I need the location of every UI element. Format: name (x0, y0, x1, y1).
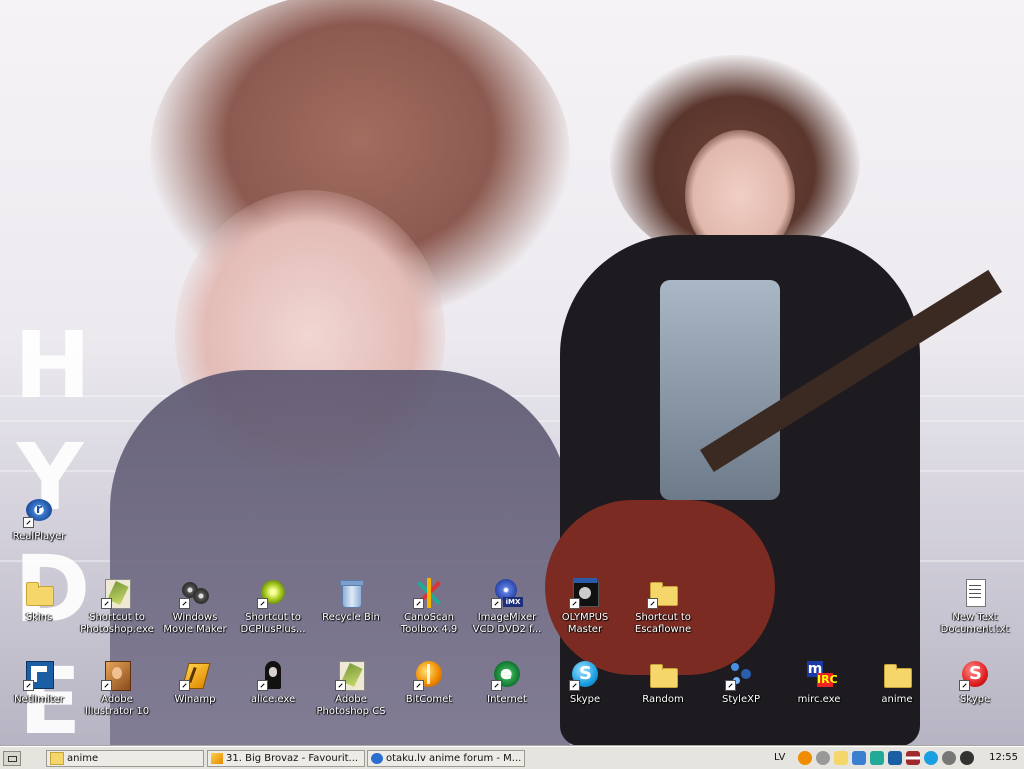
photoshop-icon (101, 577, 133, 609)
desktop-icon-bitcomet[interactable]: BitComet (389, 659, 469, 706)
start-button[interactable] (3, 751, 21, 766)
text-document-icon (959, 577, 991, 609)
realplayer-icon: r (23, 496, 55, 528)
folder-tray-icon[interactable] (834, 751, 848, 765)
photoshop-icon (335, 659, 367, 691)
monitor-tray-icon[interactable] (942, 751, 956, 765)
latvian-flag-tray-icon[interactable] (906, 751, 920, 765)
mirc-icon: m IRC (807, 661, 838, 687)
folder-icon (647, 659, 679, 691)
winamp-tray-icon[interactable] (960, 751, 974, 765)
desktop-icon-label: OLYMPUS Master (561, 612, 609, 635)
desktop-icon-movie-maker[interactable]: Windows Movie Maker (155, 577, 235, 636)
dcplusplus-icon (257, 577, 289, 609)
desktop-icon-label: New Text Document.txt (940, 612, 1010, 635)
desktop-icon-label: Adobe Illustrator 10 (84, 694, 150, 717)
netlimiter-tray-icon[interactable] (888, 751, 902, 765)
desktop-icon-photoshop-cs[interactable]: Adobe Photoshop CS (311, 659, 391, 718)
desktop-icon-alice[interactable]: alice.exe (233, 659, 313, 706)
desktop-icon-label: Skype (569, 694, 601, 705)
desktop-icon-random[interactable]: Random (623, 659, 703, 706)
olympus-icon (569, 577, 601, 609)
desktop-icon-illustrator[interactable]: Adobe Illustrator 10 (77, 659, 157, 718)
desktop-icon-canoscan[interactable]: CanoScan Toolbox 4.9 (389, 577, 469, 636)
task-label: anime (67, 753, 99, 764)
movie-maker-icon (179, 577, 211, 609)
folder-icon (647, 577, 679, 609)
netlimiter-icon (23, 659, 55, 691)
folder-icon (23, 577, 55, 609)
desktop-icon-label: CanoScan Toolbox 4.9 (400, 612, 458, 635)
desktop-icon-label: Shortcut to Photoshop.exe (80, 612, 154, 635)
desktop-icon-mirc[interactable]: m IRC mirc.exe (779, 659, 859, 706)
desktop-icon-label: Recycle Bin (322, 612, 380, 623)
desktop-icon-stylexp[interactable]: StyleXP (701, 659, 781, 706)
canoscan-tray-icon[interactable] (870, 751, 884, 765)
taskbar: anime 31. Big Brovaz - Favourit... otaku… (0, 746, 1024, 769)
skype-icon: S (569, 659, 601, 691)
taskbar-item-anime[interactable]: anime (46, 750, 204, 767)
skype-tray-icon[interactable] (924, 751, 938, 765)
start-icon (8, 756, 17, 762)
taskbar-item-winamp[interactable]: 31. Big Brovaz - Favourit... (207, 750, 365, 767)
desktop-icon-photoshop-shortcut[interactable]: Shortcut to Photoshop.exe (77, 577, 157, 636)
desktop-icon-internet[interactable]: e Internet (467, 659, 547, 706)
desktop-icon-label: Shortcut to Escaflowne (634, 612, 692, 635)
desktop-icon-label: RealPlayer (12, 531, 66, 542)
desktop-icon-skins[interactable]: Skins (0, 577, 79, 624)
imagemixer-icon: iMX (491, 577, 523, 609)
illustrator-icon (101, 659, 133, 691)
desktop-icon-imagemixer[interactable]: iMX ImageMixer VCD DVD2 f... (467, 577, 547, 636)
skype-icon: S (959, 659, 991, 691)
internet-explorer-icon: e (491, 659, 523, 691)
winamp-icon (211, 752, 223, 764)
desktop-icon-label: Random (642, 694, 684, 705)
desktop-icon-label: Adobe Photoshop CS (316, 694, 386, 717)
desktop-icon-realplayer[interactable]: r RealPlayer (0, 496, 79, 543)
desktop-icon-label: Netlimiter (14, 694, 64, 705)
desktop-icon-label: ImageMixer VCD DVD2 f... (472, 612, 542, 635)
desktop-icon-escaflowne[interactable]: Shortcut to Escaflowne (623, 577, 703, 636)
internet-explorer-icon (371, 752, 383, 764)
desktop-icon-label: Windows Movie Maker (163, 612, 227, 635)
taskbar-clock[interactable]: 12:55 (989, 750, 1018, 766)
desktop-icon-label: Skins (25, 612, 53, 623)
desktop-icon-winamp[interactable]: Winamp (155, 659, 235, 706)
desktop-icon-netlimiter[interactable]: Netlimiter (0, 659, 79, 706)
canoscan-icon (413, 577, 445, 609)
desktop-icon-anime[interactable]: anime (857, 659, 937, 706)
desktop-icon-label: Internet (487, 694, 527, 705)
desktop-icon-label: StyleXP (722, 694, 760, 705)
desktop-icon-new-text[interactable]: New Text Document.txt (935, 577, 1015, 636)
desktop-icon-skype-2[interactable]: S Skype (935, 659, 1015, 706)
folder-icon (881, 659, 913, 691)
desktop-icon-label: Winamp (174, 694, 216, 705)
desktop-icon-label: mirc.exe (797, 694, 841, 705)
winamp-icon (179, 659, 211, 691)
stylexp-icon (725, 659, 757, 691)
bitcomet-tray-icon[interactable] (798, 751, 812, 765)
desktop-icon-olympus[interactable]: OLYMPUS Master (545, 577, 625, 636)
desktop-icon-skype[interactable]: S Skype (545, 659, 625, 706)
alice-icon (257, 659, 289, 691)
task-label: otaku.lv anime forum - M... (386, 753, 522, 764)
desktop-icon-label: alice.exe (250, 694, 296, 705)
desktop-icon-dcplusplus[interactable]: Shortcut to DCPlusPlus... (233, 577, 313, 636)
desktop-icon-label: Skype (959, 694, 991, 705)
bitcomet-icon (413, 659, 445, 691)
language-indicator[interactable]: LV (774, 750, 785, 766)
network-tray-icon[interactable] (852, 751, 866, 765)
folder-icon (50, 751, 64, 765)
wallpaper-letter: H (14, 312, 91, 419)
recycle-bin-icon (335, 577, 367, 609)
taskbar-item-browser[interactable]: otaku.lv anime forum - M... (367, 750, 525, 767)
desktop-icon-label: BitComet (405, 694, 453, 705)
desktop-icon-recycle-bin[interactable]: Recycle Bin (311, 577, 391, 624)
desktop-icon-label: Shortcut to DCPlusPlus... (240, 612, 306, 635)
desktop-icon-label: anime (881, 694, 913, 705)
volume-tray-icon[interactable] (816, 751, 830, 765)
task-label: 31. Big Brovaz - Favourit... (226, 753, 359, 764)
